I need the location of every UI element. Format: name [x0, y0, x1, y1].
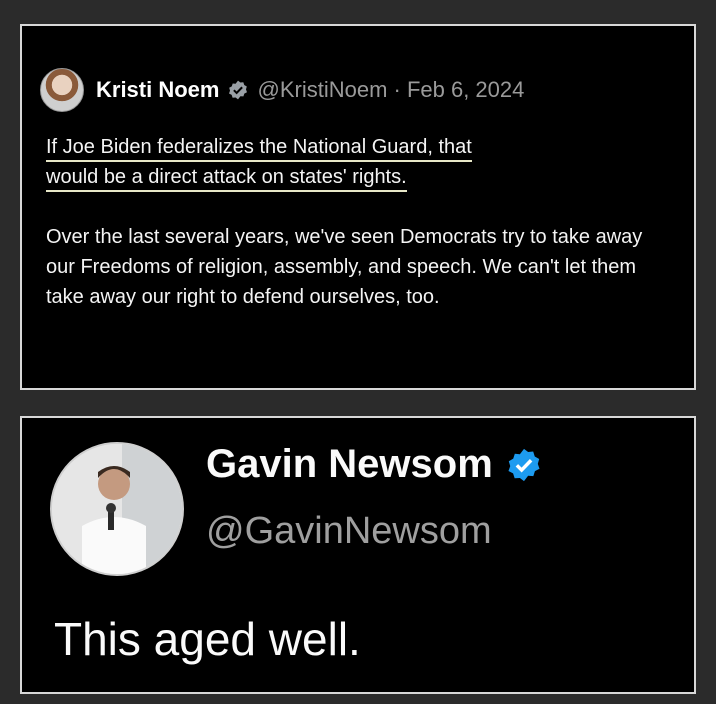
- highlighted-text-line: If Joe Biden federalizes the National Gu…: [46, 136, 472, 162]
- verified-badge-icon: [505, 446, 543, 484]
- avatar[interactable]: [50, 442, 184, 576]
- reply-card: Gavin Newsom @GavinNewsom This aged well…: [20, 416, 696, 694]
- verified-badge-icon: [227, 79, 249, 101]
- highlighted-text-line: would be a direct attack on states' righ…: [46, 166, 407, 192]
- tweet-text: If Joe Biden federalizes the National Gu…: [46, 132, 670, 312]
- reply-author: Gavin Newsom: [206, 442, 543, 487]
- author-name[interactable]: Gavin Newsom: [206, 442, 493, 487]
- tweet-paragraph-2: Over the last several years, we've seen …: [46, 226, 643, 308]
- author-name[interactable]: Kristi Noem: [96, 77, 219, 103]
- tweet-header: Kristi Noem @KristiNoem · Feb 6, 2024: [40, 68, 524, 112]
- avatar[interactable]: [40, 68, 84, 112]
- tweet-paragraph-1: If Joe Biden federalizes the National Gu…: [46, 132, 670, 192]
- reply-text: This aged well.: [54, 613, 361, 665]
- tweet-card: Kristi Noem @KristiNoem · Feb 6, 2024 If…: [20, 24, 696, 390]
- author-handle[interactable]: @KristiNoem · Feb 6, 2024: [257, 77, 524, 103]
- author-handle[interactable]: @GavinNewsom: [206, 510, 492, 553]
